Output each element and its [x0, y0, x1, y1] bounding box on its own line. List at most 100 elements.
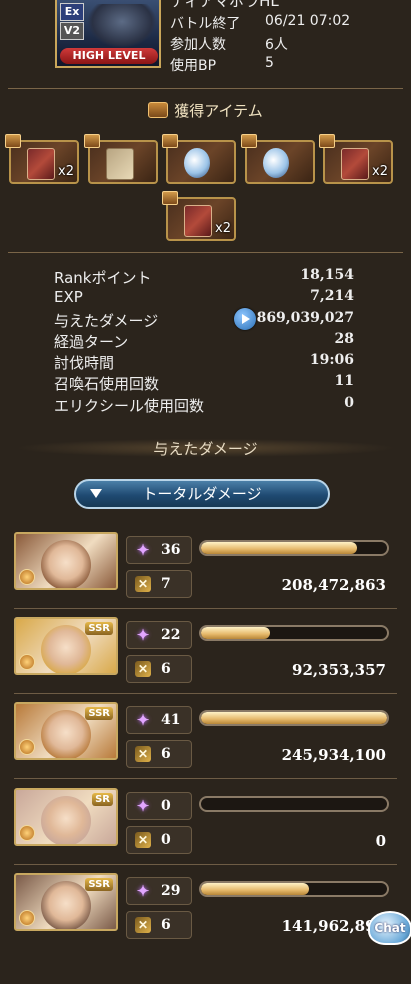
divider	[8, 252, 403, 263]
sparkle-icon: ✦	[136, 797, 150, 815]
stat-value: 869,039,027	[256, 310, 354, 326]
damage-bar	[199, 625, 389, 641]
ougi-count-box: ✕ 6	[126, 740, 192, 768]
stat-rank-points: Rankポイント 18,154	[54, 267, 354, 288]
damage-bar	[199, 796, 389, 812]
stat-time: 討伐時間 19:06	[54, 352, 354, 373]
divider	[8, 88, 403, 99]
character-face	[41, 796, 91, 844]
element-icon	[19, 654, 35, 670]
ougi-count-box: ✕ 0	[126, 826, 192, 854]
damage-value: 0	[375, 832, 386, 850]
rarity-badge: SSR	[85, 622, 113, 635]
character-portrait[interactable]	[14, 532, 118, 590]
stat-value: 7,214	[310, 288, 354, 304]
high-level-badge: HIGH LEVEL	[60, 48, 158, 64]
member-row: ✦ 36 ✕ 7 208,472,863	[0, 532, 411, 620]
ougi-count-box: ✕ 6	[126, 911, 192, 939]
damage-bar-fill	[201, 883, 309, 895]
item-count: x2	[372, 164, 388, 179]
element-icon	[19, 825, 35, 841]
crossed-swords-icon: ✕	[135, 917, 151, 933]
item-slot[interactable]	[162, 134, 236, 184]
character-face	[41, 540, 91, 588]
version-tag: V2	[60, 22, 84, 40]
member-row: SR ✦ 0 ✕ 0 0	[0, 788, 411, 876]
info-bp-used: 使用BP 5	[170, 55, 274, 75]
damage-bar-fill	[201, 627, 270, 639]
treasure-chest-icon	[84, 134, 100, 148]
stat-label: 召喚石使用回数	[54, 375, 160, 393]
item-slot[interactable]: x2	[5, 134, 79, 184]
row-divider	[14, 864, 397, 865]
item-slot[interactable]: x2	[319, 134, 393, 184]
crystal-orb-icon	[263, 148, 289, 178]
stat-exp: EXP 7,214	[54, 288, 354, 309]
items-title-text: 獲得アイテム	[174, 102, 263, 120]
sparkle-icon: ✦	[136, 541, 150, 559]
character-portrait[interactable]: SSR	[14, 617, 118, 675]
member-row: SSR ✦ 29 ✕ 6 141,962,894	[0, 873, 411, 961]
crossed-swords-icon: ✕	[135, 832, 151, 848]
ex-tag: Ex	[60, 3, 84, 21]
treasure-chest-icon	[162, 134, 178, 148]
item-count: x2	[58, 164, 74, 179]
skill-count: 0	[161, 798, 171, 814]
crystal-orb-icon	[184, 148, 210, 178]
character-portrait[interactable]: SSR	[14, 702, 118, 760]
stat-value: 28	[334, 331, 354, 347]
info-label: バトル終了	[170, 16, 241, 32]
info-participants: 参加人数 6人	[170, 34, 288, 54]
stat-label: EXP	[54, 288, 83, 306]
skill-count: 41	[161, 712, 181, 728]
rarity-badge: SR	[92, 793, 113, 806]
item-slot[interactable]	[241, 134, 315, 184]
item-slot[interactable]: x2	[162, 191, 236, 241]
damage-section-title: 与えたダメージ	[0, 438, 411, 458]
damage-bar	[199, 881, 389, 897]
stat-summon-uses: 召喚石使用回数 11	[54, 373, 354, 394]
skill-count: 36	[161, 542, 181, 558]
item-slot[interactable]	[84, 134, 158, 184]
play-icon[interactable]	[234, 308, 256, 330]
quest-boss-image	[87, 4, 157, 48]
character-face	[41, 625, 91, 673]
info-battle-end: バトル終了 06/21 07:02	[170, 13, 350, 33]
chat-button[interactable]: Chat	[368, 911, 411, 945]
member-row: SSR ✦ 22 ✕ 6 92,353,357	[0, 617, 411, 705]
skill-count-box: ✦ 41	[126, 706, 192, 734]
info-value: 5	[265, 55, 274, 71]
info-value: 6人	[265, 37, 288, 53]
stat-label: エリクシール使用回数	[54, 397, 205, 415]
treasure-chest-icon	[148, 102, 169, 118]
red-book-icon	[184, 205, 212, 237]
ougi-count-box: ✕ 6	[126, 655, 192, 683]
chevron-down-icon	[90, 489, 104, 501]
crossed-swords-icon: ✕	[135, 661, 151, 677]
total-damage-dropdown[interactable]: トータルダメージ	[74, 479, 330, 509]
stat-damage: 与えたダメージ 869,039,027	[54, 308, 354, 331]
items-section-title: 獲得アイテム	[0, 100, 411, 121]
stat-value: 0	[344, 395, 354, 411]
damage-bar	[199, 540, 389, 556]
skill-count: 29	[161, 883, 181, 899]
character-portrait[interactable]: SR	[14, 788, 118, 846]
skill-count-box: ✦ 22	[126, 621, 192, 649]
ougi-count: 0	[161, 832, 171, 848]
stat-elixir-uses: エリクシール使用回数 0	[54, 395, 354, 416]
skill-count: 22	[161, 627, 181, 643]
element-icon	[19, 910, 35, 926]
skill-count-box: ✦ 0	[126, 792, 192, 820]
stat-value: 19:06	[309, 352, 354, 368]
element-icon	[19, 739, 35, 755]
sparkle-icon: ✦	[136, 626, 150, 644]
ougi-count-box: ✕ 7	[126, 570, 192, 598]
sparkle-icon: ✦	[136, 882, 150, 900]
ougi-count: 6	[161, 917, 171, 933]
scroll-icon	[106, 148, 134, 180]
item-count: x2	[215, 221, 231, 236]
character-portrait[interactable]: SSR	[14, 873, 118, 931]
damage-value: 245,934,100	[281, 746, 386, 764]
damage-value: 92,353,357	[292, 661, 386, 679]
treasure-chest-icon	[241, 134, 257, 148]
